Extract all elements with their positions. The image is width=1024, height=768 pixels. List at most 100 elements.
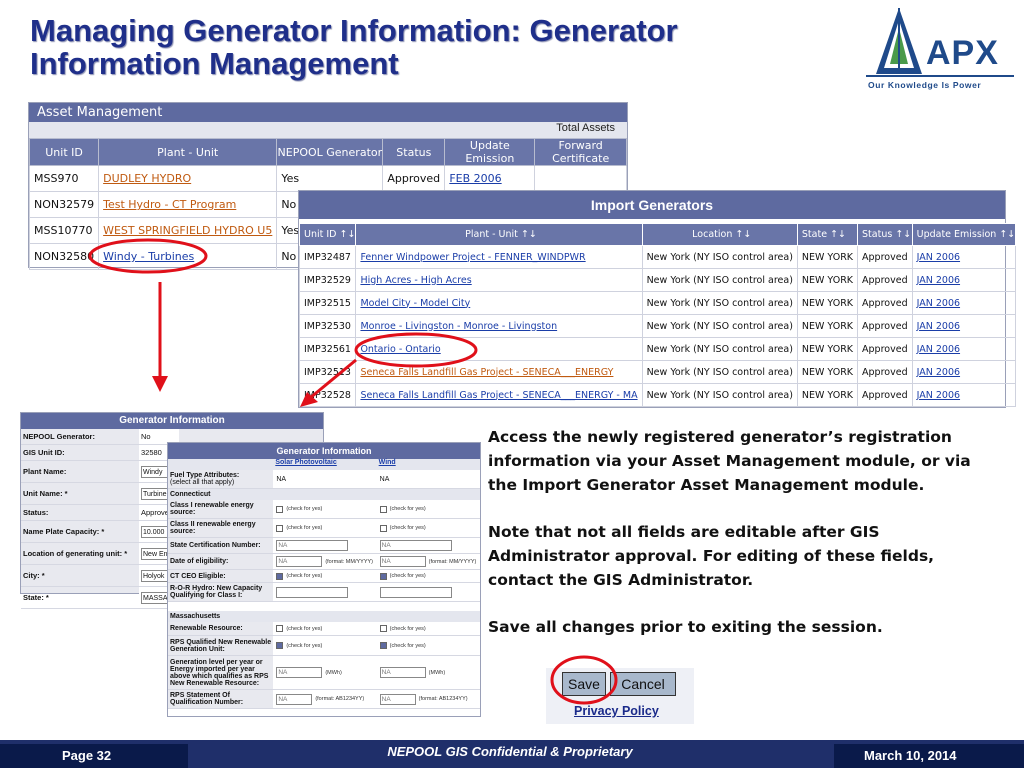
privacy-policy-link[interactable]: Privacy Policy: [574, 704, 659, 718]
plant-link[interactable]: Windy - Turbines: [98, 243, 278, 270]
update-emission-link[interactable]: JAN 2006: [911, 383, 1017, 407]
sort-icon[interactable]: ↑↓: [830, 229, 846, 240]
check-note: (check for yes): [389, 525, 426, 531]
plant-link[interactable]: Monroe - Livingston - Monroe - Livingsto…: [355, 314, 643, 338]
plant-link[interactable]: Seneca Falls Landfill Gas Project - SENE…: [355, 360, 643, 384]
col-update-emission[interactable]: Update Emission: [444, 138, 536, 166]
sort-icon[interactable]: ↑↓: [735, 229, 751, 240]
table-row: IMP32528 Seneca Falls Landfill Gas Proje…: [298, 383, 1017, 407]
sort-icon[interactable]: ↑↓: [895, 229, 911, 240]
instructions-paragraph-2: Note that not all fields are editable af…: [488, 523, 935, 589]
title-line-1: Managing Generator Information: Generato…: [30, 13, 678, 48]
field-label: Plant Name:: [23, 467, 67, 476]
table-row: IMP32515 Model City - Model City New Yor…: [298, 291, 1017, 315]
col-unit-id[interactable]: Unit ID: [28, 138, 100, 166]
rps-wind-checkbox[interactable]: [379, 642, 387, 649]
plant-link[interactable]: Test Hydro - CT Program: [98, 191, 278, 218]
arrow-down-head: [152, 376, 168, 392]
gen-wind-input[interactable]: NA: [379, 667, 426, 678]
ceo-wind-checkbox[interactable]: [379, 572, 387, 580]
ceo-solar-checkbox[interactable]: [276, 572, 284, 580]
massachusetts-section: Massachusetts: [168, 611, 480, 622]
cert-wind-input[interactable]: NA: [379, 540, 452, 551]
rps-solar-checkbox[interactable]: [276, 642, 284, 649]
cell-forward: [534, 165, 627, 192]
rr-row: Renewable Resource: (check for yes) (che…: [168, 622, 480, 636]
stmt-wind-cell: NA (format: AB1234YY): [377, 693, 480, 705]
col-update-emission-label: Update Emission: [916, 229, 997, 240]
plant-link[interactable]: DUDLEY HYDRO: [98, 165, 278, 192]
stmt-row: RPS Statement Of Qualification Number: N…: [168, 690, 480, 709]
cell-unit-id: IMP32513: [298, 360, 357, 384]
col-status[interactable]: Status ↑↓: [857, 223, 913, 246]
plant-link[interactable]: WEST SPRINGFIELD HYDRO U5: [98, 217, 278, 244]
check-note: (check for yes): [389, 625, 426, 632]
cancel-button[interactable]: Cancel: [610, 672, 676, 696]
cell-location: New York (NY ISO control area): [641, 291, 798, 315]
elig-solar-input[interactable]: NA: [276, 556, 323, 567]
slide-title: Managing Generator Information: Generato…: [30, 14, 810, 80]
save-button[interactable]: Save: [562, 672, 606, 696]
cell-state: NEW YORK: [796, 245, 859, 269]
plant-link[interactable]: Model City - Model City: [355, 291, 643, 315]
ror-solar-input[interactable]: [276, 586, 349, 598]
stmt-wind-input[interactable]: NA: [379, 693, 416, 705]
update-emission-link[interactable]: JAN 2006: [911, 291, 1017, 315]
ceo-solar-cell: (check for yes): [273, 572, 376, 580]
class1-wind-checkbox[interactable]: [379, 505, 387, 513]
rr-solar-checkbox[interactable]: [276, 625, 284, 632]
plant-link[interactable]: Seneca Falls Landfill Gas Project - SENE…: [355, 383, 643, 407]
check-note: (check for yes): [286, 525, 323, 531]
col-update-emission[interactable]: Update Emission ↑↓: [911, 223, 1017, 246]
col-location[interactable]: Location ↑↓: [641, 223, 798, 246]
col-plant-unit[interactable]: Plant - Unit ↑↓: [355, 223, 643, 246]
form-actions: Save Cancel Privacy Policy: [546, 668, 694, 724]
elig-wind-input[interactable]: NA: [379, 556, 426, 567]
sort-icon[interactable]: ↑↓: [340, 229, 356, 240]
cell-status: Approved: [857, 268, 913, 292]
update-emission-link[interactable]: JAN 2006: [911, 360, 1017, 384]
page-number: Page 32: [0, 744, 188, 768]
footer-confidential: NEPOOL GIS Confidential & Proprietary: [387, 744, 633, 759]
class1-solar-checkbox[interactable]: [276, 505, 284, 513]
update-emission-link[interactable]: JAN 2006: [911, 268, 1017, 292]
class2-solar-checkbox[interactable]: [276, 524, 284, 532]
stmt-solar-input[interactable]: NA: [276, 693, 313, 705]
check-note: (check for yes): [286, 506, 323, 512]
update-emission-link[interactable]: JAN 2006: [911, 314, 1017, 338]
ceo-row: CT CEO Eligible: (check for yes) (check …: [168, 570, 480, 583]
col-status[interactable]: Status: [382, 138, 446, 166]
col-state[interactable]: State ↑↓: [796, 223, 859, 246]
col-plant-unit[interactable]: Plant - Unit: [98, 138, 278, 166]
sort-icon[interactable]: ↑↓: [521, 229, 537, 240]
gen-solar-input[interactable]: NA: [276, 667, 323, 678]
cell-location: New York (NY ISO control area): [641, 268, 798, 292]
update-emission-link[interactable]: FEB 2006: [444, 165, 536, 192]
cert-wind-cell: NA: [377, 540, 480, 551]
cell-unit-id: NON32580: [28, 243, 100, 270]
cell-unit-id: NON32579: [28, 191, 100, 218]
col-nepool-generator[interactable]: NEPOOL Generator: [276, 138, 384, 166]
plant-link[interactable]: High Acres - High Acres: [355, 268, 643, 292]
field-label: State: *: [23, 593, 49, 602]
update-emission-link[interactable]: JAN 2006: [911, 337, 1017, 361]
wind-link[interactable]: Wind: [377, 459, 480, 470]
title-line-2: Information Management: [30, 46, 399, 81]
cert-solar-input[interactable]: NA: [276, 540, 349, 551]
sort-icon[interactable]: ↑↓: [999, 229, 1015, 240]
solar-photovoltaic-link[interactable]: Solar Photovoltaic: [273, 459, 376, 470]
cell-status: Approved: [857, 383, 913, 407]
plant-link[interactable]: Fenner Windpower Project - FENNER_WINDPW…: [355, 245, 643, 269]
ror-wind-input[interactable]: [379, 586, 452, 598]
cell-location: New York (NY ISO control area): [641, 314, 798, 338]
rr-wind-checkbox[interactable]: [379, 625, 387, 632]
cell-unit-id: IMP32530: [298, 314, 357, 338]
plant-link[interactable]: Ontario - Ontario: [355, 337, 643, 361]
cell-status: Approved: [857, 245, 913, 269]
update-emission-link[interactable]: JAN 2006: [911, 245, 1017, 269]
class2-wind-checkbox[interactable]: [379, 524, 387, 532]
col-unit-id[interactable]: Unit ID ↑↓: [298, 223, 357, 246]
fuel-type-row: Fuel Type Attributes: (select all that ap…: [168, 470, 480, 489]
fuel-type-sub: (select all that apply): [170, 479, 235, 486]
col-forward-certificate[interactable]: Forward Certificate: [534, 138, 627, 166]
